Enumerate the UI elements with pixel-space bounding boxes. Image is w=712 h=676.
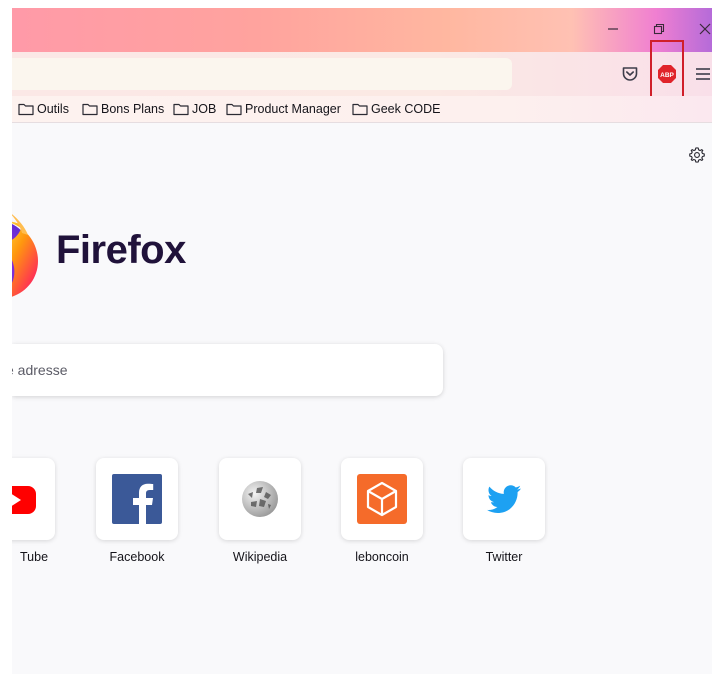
bookmark-folder-job[interactable]: JOB bbox=[173, 100, 216, 118]
top-site-label: Facebook bbox=[109, 550, 165, 564]
bookmarks-toolbar: Outils Bons Plans JOB Product Manager Ge… bbox=[12, 96, 712, 123]
minimize-button[interactable] bbox=[600, 16, 626, 42]
minimize-icon bbox=[608, 28, 618, 30]
bookmark-label: Geek CODE bbox=[371, 102, 441, 116]
hamburger-menu-icon bbox=[696, 68, 710, 80]
bookmark-label: Product Manager bbox=[245, 102, 341, 116]
top-site-wikipedia[interactable]: Wikipedia bbox=[218, 458, 302, 564]
wikipedia-icon bbox=[242, 481, 278, 517]
firefox-wordmark: Firefox bbox=[56, 228, 186, 272]
folder-icon bbox=[173, 103, 189, 116]
top-site-label: Tube bbox=[20, 550, 49, 564]
top-site-tile[interactable] bbox=[12, 458, 55, 540]
open-menu-button[interactable] bbox=[694, 65, 712, 83]
bookmark-folder-outils[interactable]: Outils bbox=[18, 100, 69, 118]
top-site-youtube[interactable]: Tube bbox=[12, 458, 56, 564]
personalize-button[interactable] bbox=[688, 146, 706, 164]
top-site-tile[interactable] bbox=[96, 458, 178, 540]
twitter-icon bbox=[487, 485, 521, 513]
bookmark-label: Outils bbox=[37, 102, 69, 116]
close-icon bbox=[699, 23, 711, 35]
top-site-tile[interactable] bbox=[341, 458, 423, 540]
top-site-leboncoin[interactable]: leboncoin bbox=[340, 458, 424, 564]
bookmark-folder-bons-plans[interactable]: Bons Plans bbox=[82, 100, 164, 118]
navigation-toolbar: ABP bbox=[12, 40, 712, 108]
folder-icon bbox=[18, 103, 34, 116]
top-site-twitter[interactable]: Twitter bbox=[462, 458, 546, 564]
bookmark-label: Bons Plans bbox=[101, 102, 165, 116]
firefox-logo-icon bbox=[12, 214, 38, 297]
youtube-icon bbox=[12, 486, 36, 514]
folder-icon bbox=[352, 103, 368, 116]
top-site-label: leboncoin bbox=[355, 550, 409, 564]
restore-icon bbox=[653, 23, 665, 35]
bookmark-label: JOB bbox=[192, 102, 217, 116]
restore-button[interactable] bbox=[646, 16, 672, 42]
folder-icon bbox=[226, 103, 242, 116]
bookmark-folder-product-manager[interactable]: Product Manager bbox=[226, 100, 341, 118]
close-button[interactable] bbox=[692, 16, 712, 42]
facebook-icon bbox=[112, 474, 162, 524]
search-box[interactable] bbox=[12, 344, 443, 396]
top-site-tile[interactable] bbox=[463, 458, 545, 540]
url-bar[interactable] bbox=[12, 58, 512, 90]
top-site-facebook[interactable]: Facebook bbox=[95, 458, 179, 564]
title-bar bbox=[12, 8, 712, 52]
top-site-tile[interactable] bbox=[219, 458, 301, 540]
top-site-label: Twitter bbox=[485, 550, 523, 564]
pocket-button[interactable] bbox=[620, 64, 640, 84]
firefox-logo bbox=[12, 203, 52, 303]
firefox-window: ABP Outils Bons Plans JOB Product Manage… bbox=[12, 8, 712, 674]
bookmark-folder-geek-code[interactable]: Geek CODE bbox=[352, 100, 440, 118]
folder-icon bbox=[82, 103, 98, 116]
top-site-label: Wikipedia bbox=[232, 550, 288, 564]
pocket-icon bbox=[622, 67, 638, 81]
gear-icon bbox=[689, 147, 705, 163]
search-input[interactable] bbox=[12, 344, 432, 396]
leboncoin-icon bbox=[357, 474, 407, 524]
